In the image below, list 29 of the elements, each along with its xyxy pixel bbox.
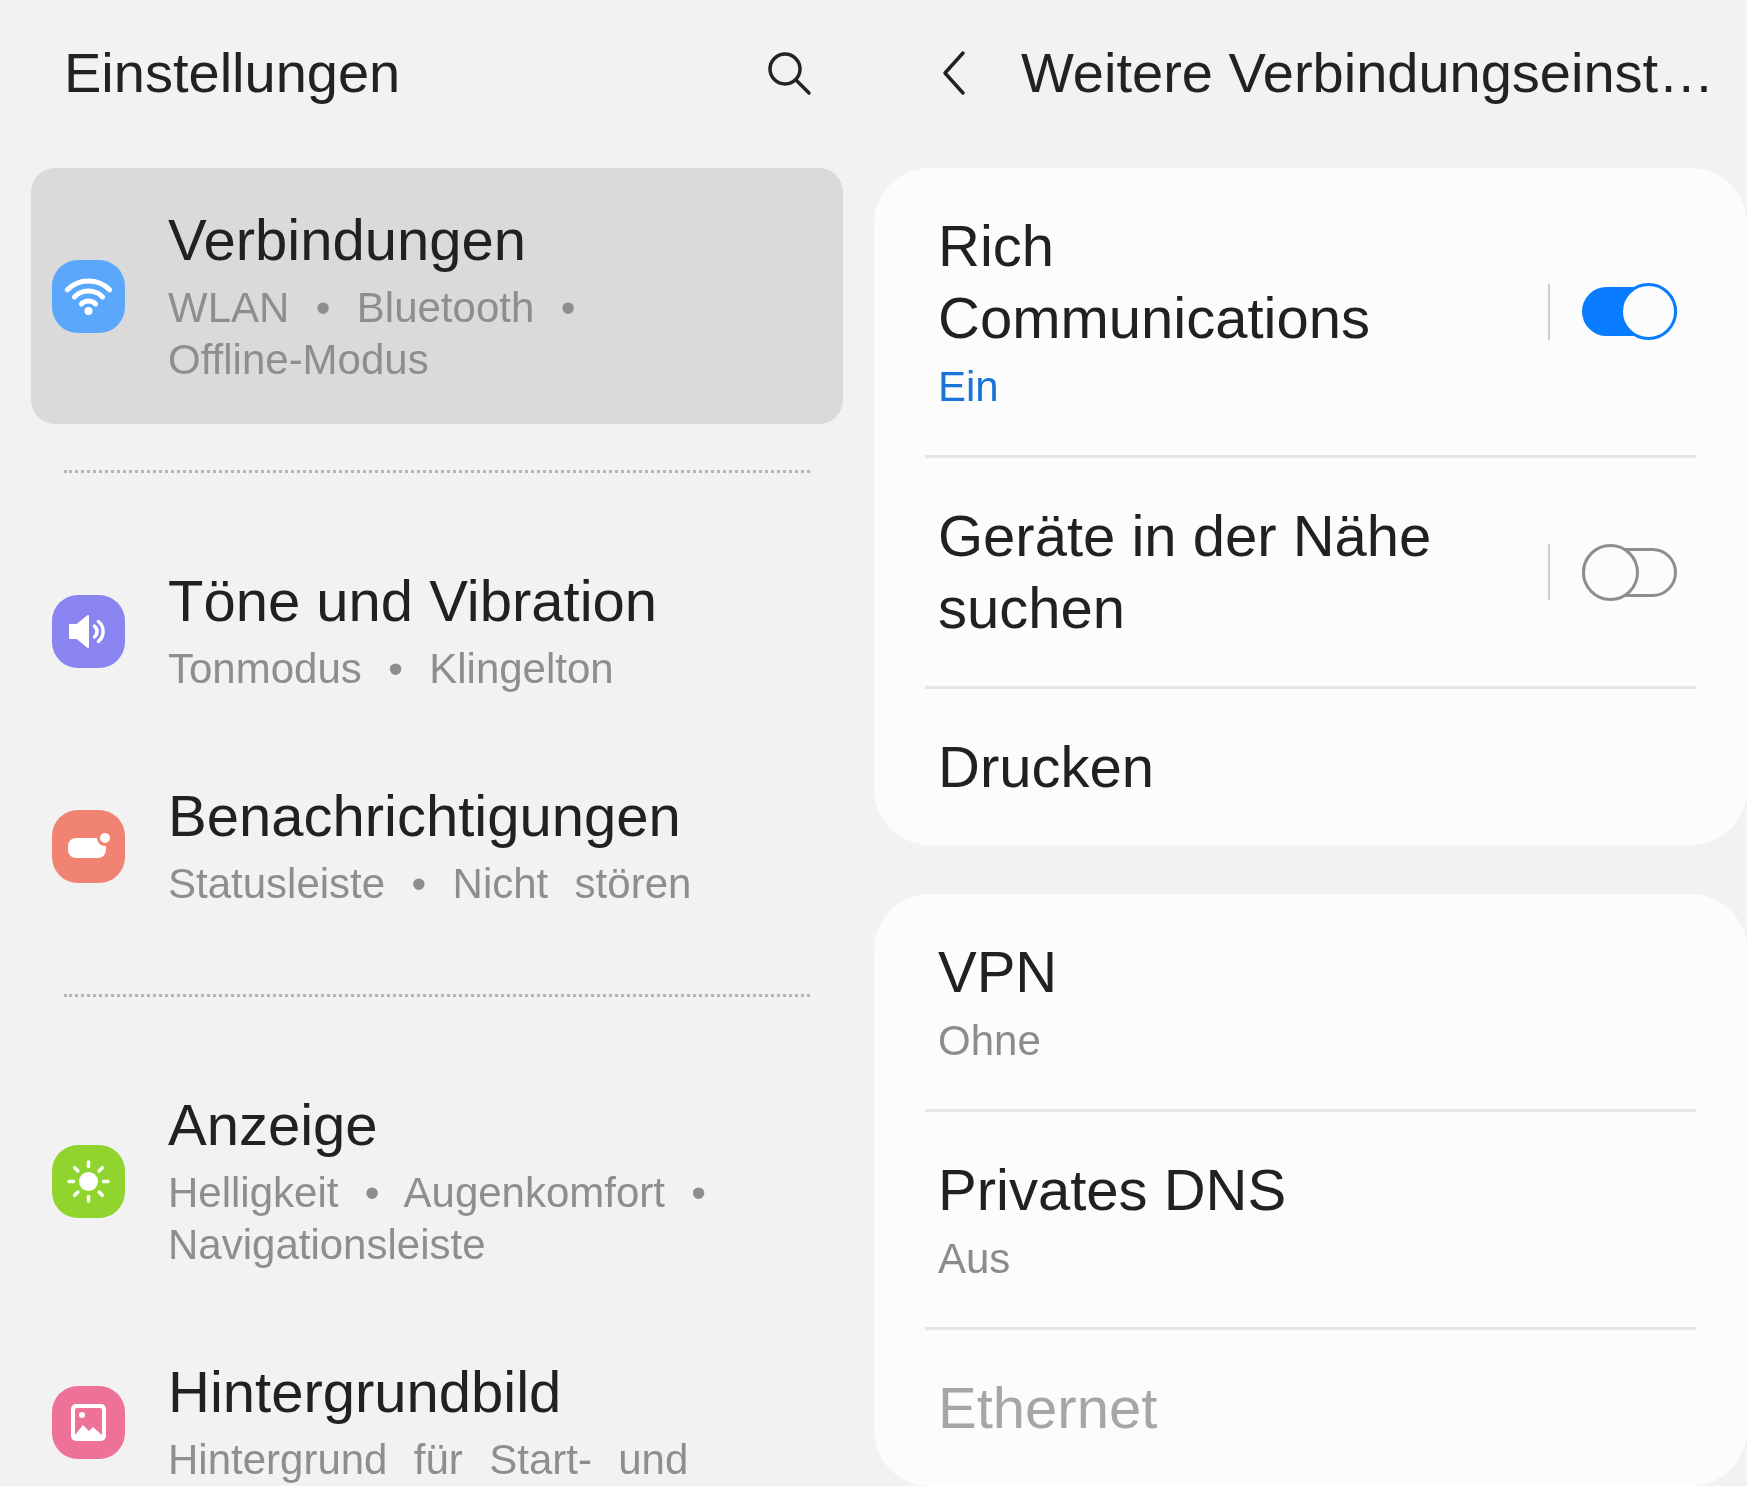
setting-summary: Ein: [938, 362, 1000, 412]
setting-summary: Aus: [938, 1234, 1012, 1284]
item-title: Anzeige: [168, 1091, 379, 1159]
item-subtitle: Tonmodus • Klingelton: [168, 644, 615, 694]
chevron-left-icon[interactable]: [941, 50, 967, 96]
settings-title: Einstellungen: [64, 40, 401, 106]
setting-title[interactable]: Rich Communications: [938, 210, 1478, 354]
item-subtitle: Statusleiste • Nicht stören: [168, 859, 693, 909]
search-icon[interactable]: [766, 50, 812, 96]
setting-title[interactable]: VPN: [938, 936, 1478, 1008]
item-title: Hintergrundbild: [168, 1358, 563, 1426]
menu-item[interactable]: Töne und Vibration Tonmodus • Klingelton: [31, 529, 843, 733]
menu-item[interactable]: Benachrichtigungen Statusleiste • Nicht stören: [31, 744, 843, 948]
item-subtitle: Hintergrund für Start- und: [168, 1435, 690, 1485]
menu-item[interactable]: Hintergrundbild Hintergrund für Start- und: [31, 1320, 843, 1486]
setting-title[interactable]: Geräte in der Nähe suchen: [938, 500, 1478, 644]
menu-item[interactable]: Anzeige Helligkeit • Augenkomfort • Navigationsleiste: [31, 1053, 843, 1309]
item-title: Verbindungen: [168, 206, 527, 274]
menu-item[interactable]: Verbindungen WLAN • Bluetooth • Offline-Modus: [31, 168, 843, 424]
setting-summary: Ohne: [938, 1016, 1042, 1066]
setting-title[interactable]: Drucken: [938, 731, 1478, 803]
item-subtitle: Helligkeit • Augenkomfort • Navigationsleiste: [168, 1168, 708, 1270]
toggle-switch[interactable]: [1582, 283, 1677, 340]
toggle-switch[interactable]: [1582, 543, 1677, 601]
item-title: Benachrichtigungen: [168, 782, 682, 850]
setting-title[interactable]: Privates DNS: [938, 1154, 1478, 1226]
item-title: Töne und Vibration: [168, 567, 659, 635]
item-subtitle: WLAN • Bluetooth • Offline-Modus: [168, 283, 577, 385]
page-title: Weitere Verbindungseinst…: [1021, 40, 1715, 106]
